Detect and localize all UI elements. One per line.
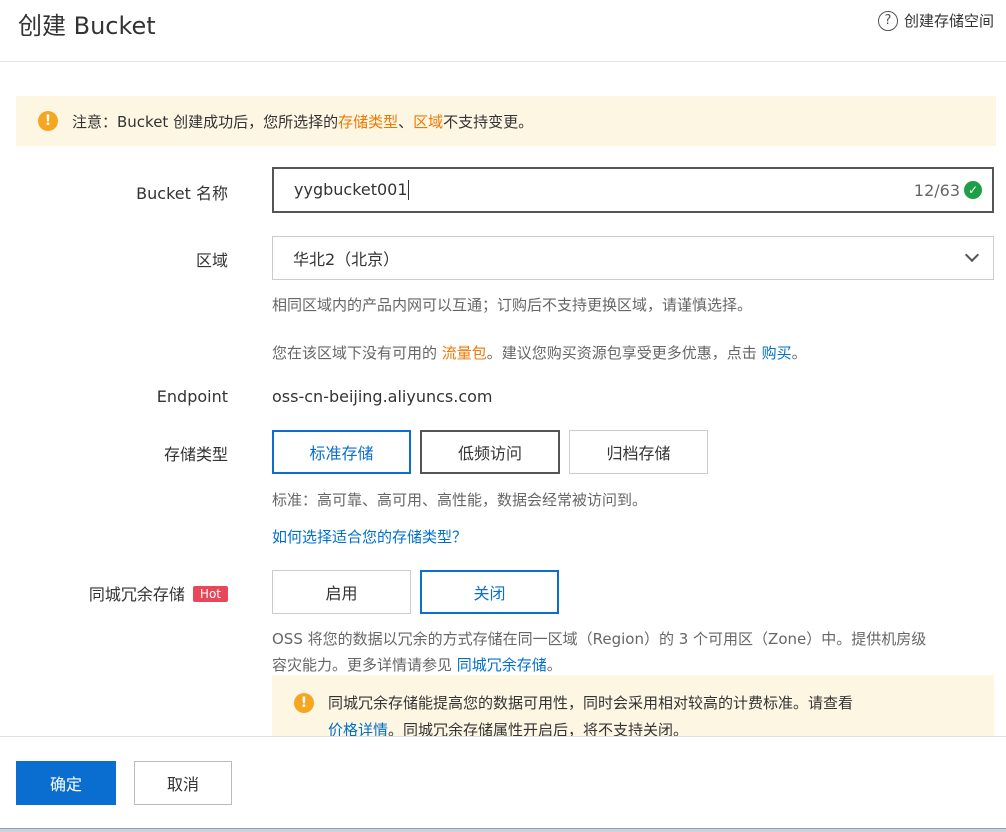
cancel-button[interactable]: 取消 <box>134 761 232 805</box>
storage-type-desc: 标准：高可靠、高可用、高性能，数据会经常被访问到。 <box>272 491 648 509</box>
dialog-header: 创建 Bucket ? 创建存储空间 <box>0 0 1006 62</box>
bucket-name-value: yygbucket001 <box>294 179 408 199</box>
storage-option-archive[interactable]: 归档存储 <box>569 430 708 474</box>
notice-prefix: 注意：Bucket 创建成功后，您所选择的 <box>72 112 339 131</box>
bucket-name-label: Bucket 名称 <box>136 184 228 203</box>
notice-banner: ! 注意：Bucket 创建成功后，您所选择的 存储类型 、 区域 不支持变更。 <box>16 96 996 146</box>
zrs-desc-prefix: 容灾能力。更多详情请参见 <box>272 656 457 674</box>
notice-sep: 、 <box>398 112 414 131</box>
endpoint-label: Endpoint <box>156 387 228 406</box>
chevron-down-icon <box>964 247 980 263</box>
region-selected: 华北2（北京） <box>293 250 400 269</box>
zrs-warning-box: ! 同城冗余存储能提高您的数据可用性，同时会采用相对较高的计费标准。请查看 价格… <box>272 675 994 739</box>
page-title: 创建 Bucket <box>18 12 156 40</box>
zone-redundancy-text: 同城冗余存储 <box>88 585 185 604</box>
zrs-option-enable[interactable]: 启用 <box>272 570 411 614</box>
help-link[interactable]: ? 创建存储空间 <box>877 10 994 31</box>
storage-type-help-link[interactable]: 如何选择适合您的存储类型？ <box>272 526 467 547</box>
notice-suffix: 不支持变更。 <box>443 112 534 131</box>
zrs-warning-line1: 同城冗余存储能提高您的数据可用性，同时会采用相对较高的计费标准。请查看 <box>328 694 854 712</box>
storage-type-label: 存储类型 <box>163 445 228 464</box>
zrs-desc-line2: 容灾能力。更多详情请参见 同城冗余存储。 <box>272 654 562 675</box>
question-circle-icon: ? <box>877 10 898 31</box>
zone-redundancy-label: 同城冗余存储 Hot <box>89 581 228 605</box>
buy-link[interactable]: 购买 <box>762 344 792 362</box>
char-counter: 12/63 <box>913 180 960 200</box>
traffic-package-link[interactable]: 流量包 <box>442 344 487 362</box>
bucket-name-input[interactable]: yygbucket001 12/63 ✓ <box>272 167 994 213</box>
exclamation-circle-icon: ! <box>294 693 314 713</box>
notice-region: 区域 <box>413 112 444 131</box>
region-traffic-hint: 您在该区域下没有可用的 流量包。建议您购买资源包享受更多优惠，点击 购买。 <box>272 342 807 363</box>
endpoint-value: oss-cn-beijing.aliyuncs.com <box>272 387 493 406</box>
zrs-option-disable[interactable]: 关闭 <box>420 570 559 614</box>
confirm-button[interactable]: 确定 <box>16 761 116 805</box>
window-bottom-border <box>0 828 1006 832</box>
region-hint: 相同区域内的产品内网可以互通；订购后不支持更换区域，请谨慎选择。 <box>272 296 753 314</box>
hot-badge: Hot <box>192 585 228 602</box>
exclamation-circle-icon: ! <box>38 111 58 131</box>
notice-storage-type: 存储类型 <box>338 112 399 131</box>
storage-option-ia[interactable]: 低频访问 <box>420 430 560 474</box>
zrs-doc-link[interactable]: 同城冗余存储 <box>457 656 547 674</box>
text-caret <box>407 180 409 201</box>
check-circle-icon: ✓ <box>964 181 982 199</box>
dialog-footer: 确定 取消 <box>0 736 1006 832</box>
zrs-desc-end: 。 <box>546 656 562 674</box>
region-select[interactable]: 华北2（北京） <box>272 236 994 280</box>
traffic-hint-prefix: 您在该区域下没有可用的 <box>272 344 442 362</box>
region-label: 区域 <box>195 251 228 270</box>
help-label: 创建存储空间 <box>903 12 994 30</box>
storage-option-standard[interactable]: 标准存储 <box>272 430 411 474</box>
traffic-hint-end: 。 <box>791 344 807 362</box>
traffic-hint-mid: 。建议您购买资源包享受更多优惠，点击 <box>486 344 762 362</box>
zrs-desc-line1: OSS 将您的数据以冗余的方式存储在同一区域（Region）的 3 个可用区（Z… <box>272 630 927 648</box>
